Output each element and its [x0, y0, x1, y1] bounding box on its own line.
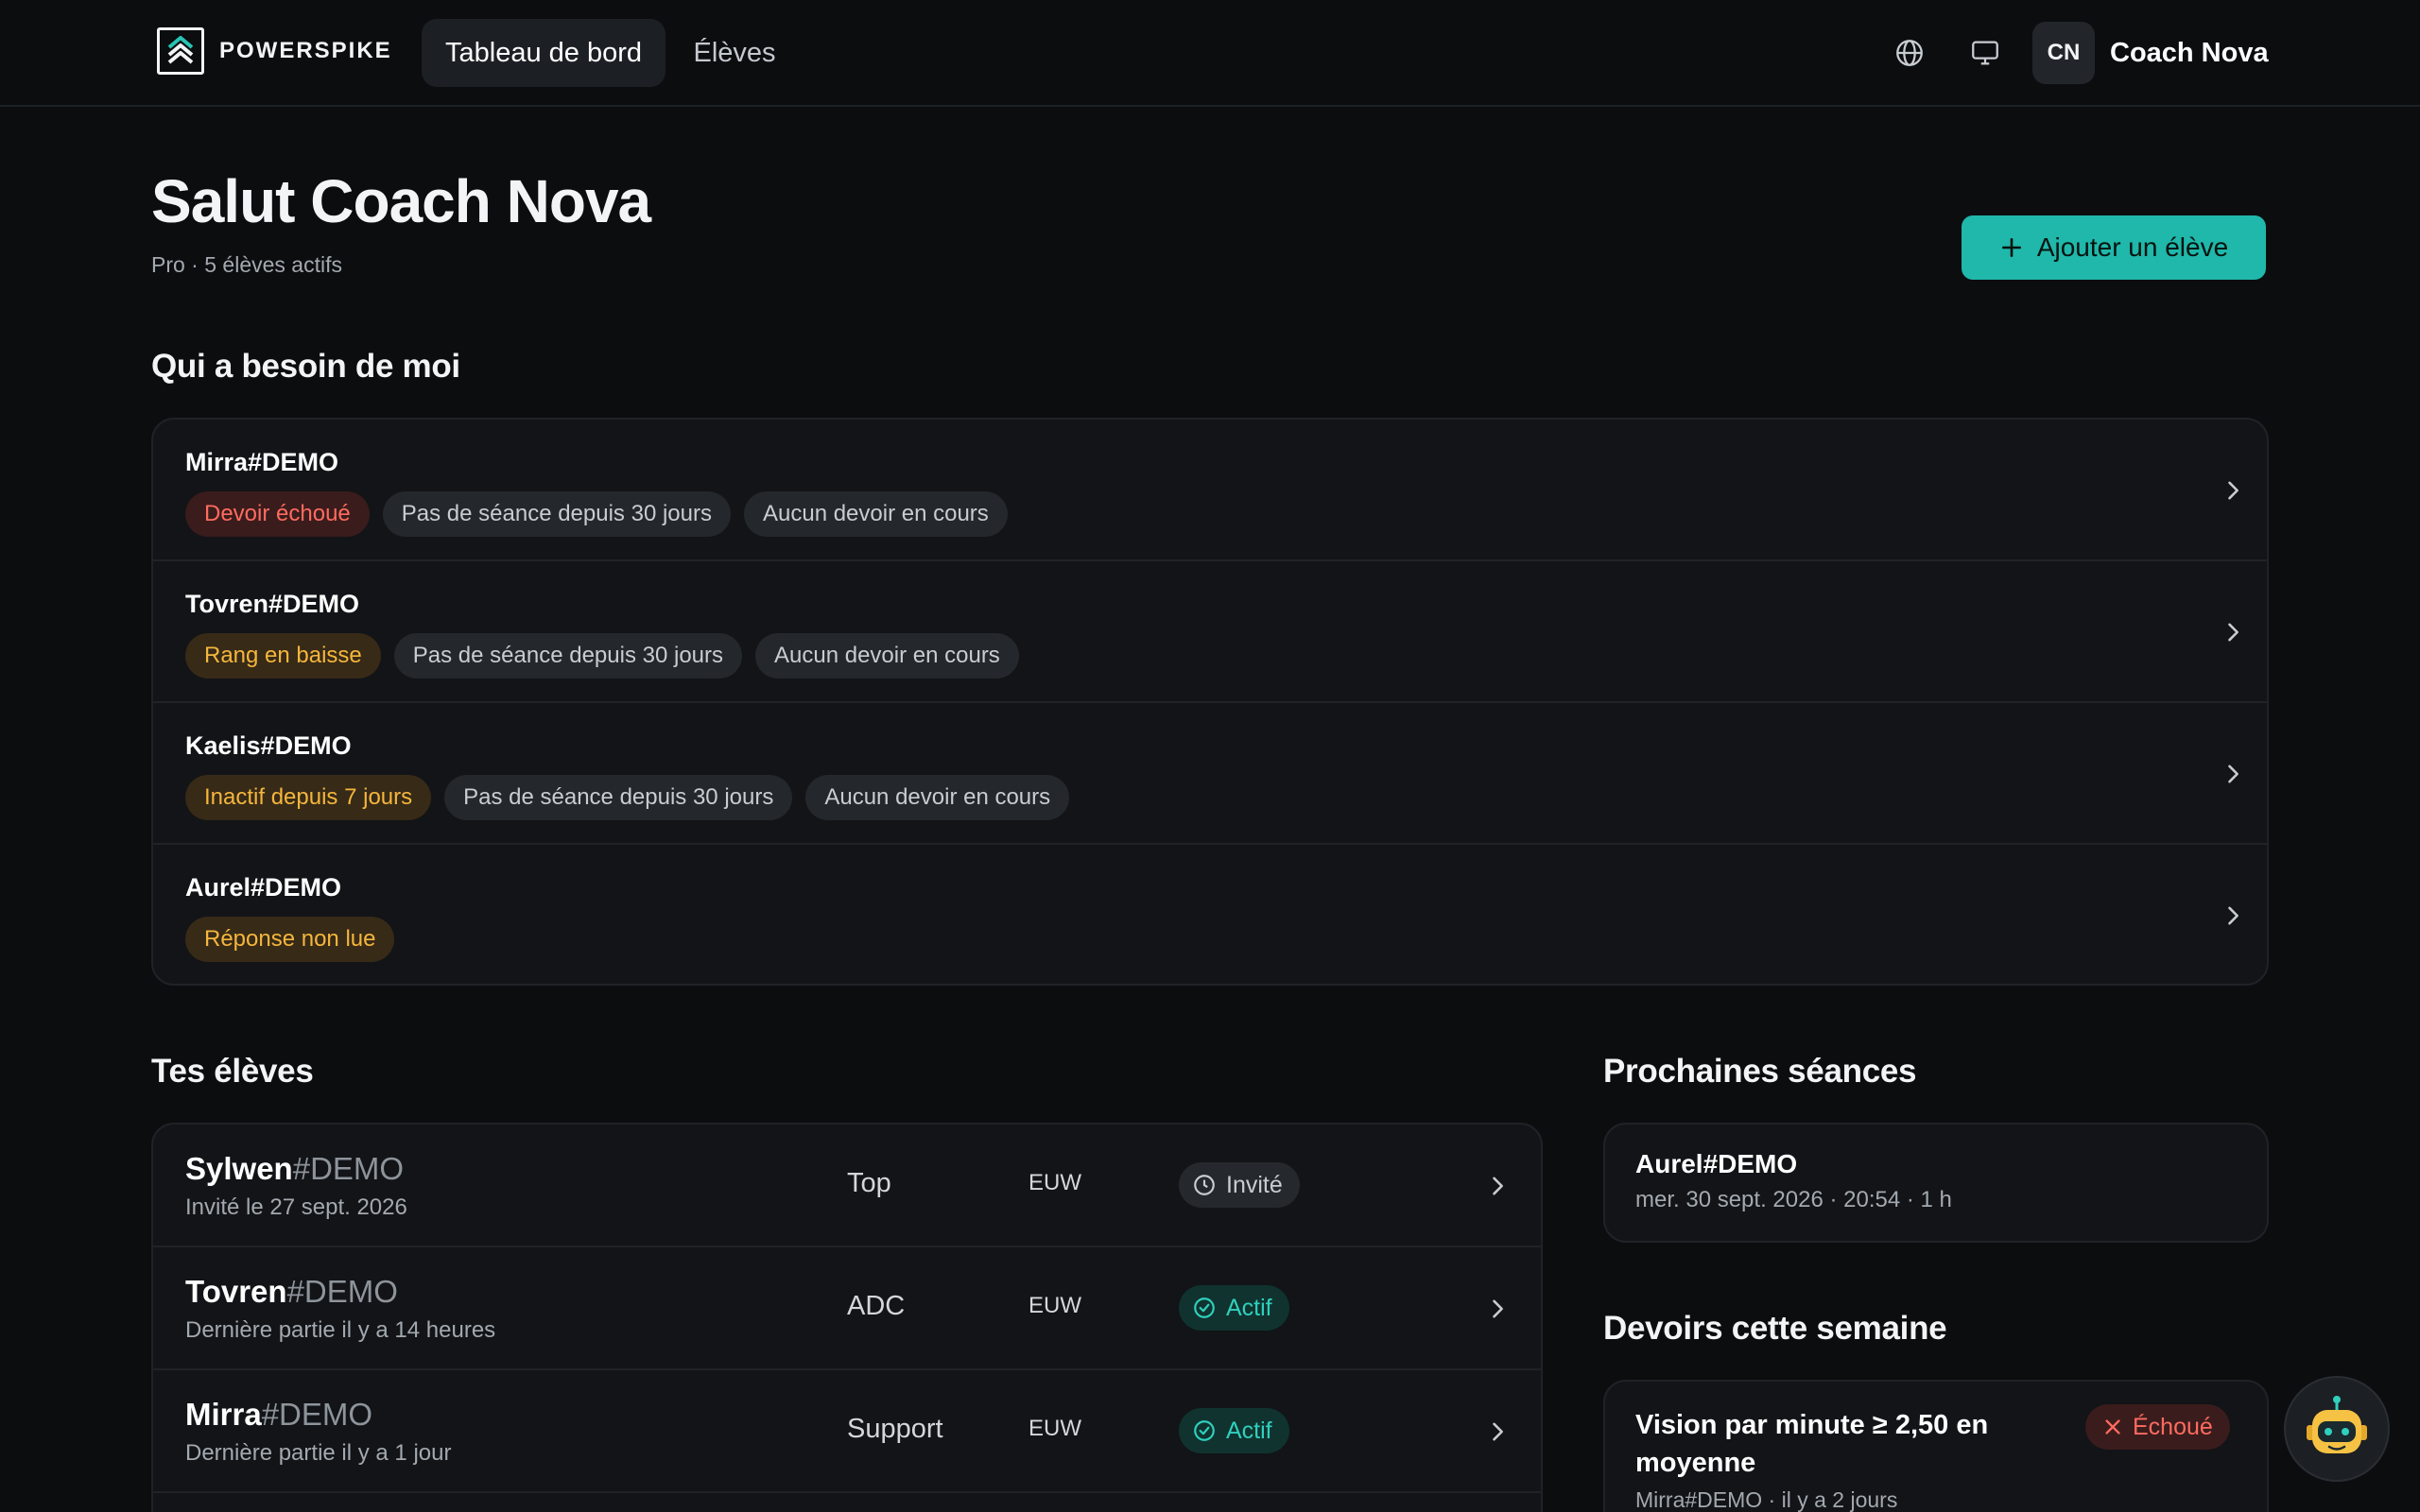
table-row[interactable]: Mirra#DEMO Dernière partie il y a 1 jour…	[153, 1370, 1541, 1493]
chevron-right-icon	[2228, 623, 2238, 642]
logo-chevrons-icon	[157, 27, 204, 75]
status-badge: Actif	[1179, 1408, 1289, 1453]
alert-tag: Pas de séance depuis 30 jours	[393, 633, 742, 679]
homework-meta: Mirra#DEMO · il y a 2 jours	[1635, 1487, 1898, 1512]
alert-tag: Aucun devoir en cours	[743, 491, 1008, 537]
student-role: ADC	[847, 1291, 906, 1321]
alert-tag: Pas de séance depuis 30 jours	[382, 491, 731, 537]
alert-tag: Réponse non lue	[185, 917, 395, 962]
tab-students[interactable]: Élèves	[673, 19, 796, 87]
tab-students-label: Élèves	[693, 37, 776, 68]
chevron-right-icon	[1493, 1299, 1503, 1318]
student-name: Tovren#DEMO	[185, 1274, 398, 1309]
need-row[interactable]: Mirra#DEMO Devoir échoué Pas de séance d…	[153, 420, 2267, 561]
plus-icon	[2001, 238, 2021, 257]
need-student-name: Aurel#DEMO	[185, 873, 342, 902]
alert-tag: Rang en baisse	[185, 633, 381, 679]
needs-section-title: Qui a besoin de moi	[151, 348, 460, 385]
language-button[interactable]	[1887, 30, 1932, 76]
need-row[interactable]: Tovren#DEMO Rang en baisse Pas de séance…	[153, 561, 2267, 703]
add-student-button[interactable]: Ajouter un élève	[1962, 215, 2266, 280]
student-role: Support	[847, 1414, 943, 1444]
status-badge: Actif	[1179, 1285, 1289, 1331]
student-last-activity: Dernière partie il y a 14 heures	[185, 1317, 496, 1343]
student-last-activity: Dernière partie il y a 1 jour	[185, 1440, 452, 1466]
homework-card[interactable]: Vision par minute ≥ 2,50 en moyenne Mirr…	[1603, 1380, 2269, 1512]
student-name: Mirra#DEMO	[185, 1397, 373, 1432]
alert-tag: Aucun devoir en cours	[805, 775, 1070, 820]
check-circle-icon	[1194, 1420, 1215, 1441]
top-navigation: POWERSPIKE Tableau de bord Élèves CN Coa…	[0, 0, 2420, 107]
student-name: Sylwen#DEMO	[185, 1151, 405, 1186]
need-student-name: Kaelis#DEMO	[185, 731, 352, 760]
student-region: EUW	[1028, 1170, 1081, 1195]
student-last-activity: Invité le 27 sept. 2026	[185, 1194, 407, 1220]
table-row[interactable]: Sylwen#DEMO Invité le 27 sept. 2026 Top …	[153, 1125, 1541, 1247]
display-button[interactable]	[1962, 30, 2008, 76]
session-student-name: Aurel#DEMO	[1635, 1149, 1798, 1178]
student-region: EUW	[1028, 1416, 1081, 1441]
check-circle-icon	[1194, 1297, 1215, 1318]
need-row[interactable]: Kaelis#DEMO Inactif depuis 7 jours Pas d…	[153, 703, 2267, 845]
page-subtitle: Pro · 5 élèves actifs	[151, 252, 342, 277]
tab-dashboard-label: Tableau de bord	[445, 37, 642, 68]
need-student-name: Tovren#DEMO	[185, 590, 360, 618]
robot-icon	[2307, 1396, 2367, 1453]
student-region: EUW	[1028, 1293, 1081, 1318]
student-role: Top	[847, 1168, 891, 1198]
sessions-section-title: Prochaines séances	[1603, 1053, 1917, 1090]
avatar: CN	[2032, 22, 2095, 84]
alert-tag: Pas de séance depuis 30 jours	[444, 775, 793, 820]
chevron-right-icon	[2228, 906, 2238, 925]
session-card[interactable]: Aurel#DEMO mer. 30 sept. 2026 · 20:54 · …	[1603, 1123, 2269, 1243]
page-title: Salut Coach Nova	[151, 167, 651, 235]
add-student-label: Ajouter un élève	[2036, 232, 2229, 262]
need-row[interactable]: Aurel#DEMO Réponse non lue	[153, 845, 2267, 984]
need-student-name: Mirra#DEMO	[185, 448, 339, 476]
user-menu[interactable]: CN Coach Nova	[2032, 22, 2269, 84]
session-datetime: mer. 30 sept. 2026 · 20:54 · 1 h	[1635, 1187, 1952, 1212]
chevron-right-icon	[1493, 1177, 1503, 1195]
monitor-icon	[1972, 41, 1998, 65]
chevron-right-icon	[2228, 765, 2238, 783]
globe-icon	[1896, 40, 1923, 66]
user-name: Coach Nova	[2110, 37, 2269, 68]
alert-tag: Aucun devoir en cours	[755, 633, 1019, 679]
needs-list: Mirra#DEMO Devoir échoué Pas de séance d…	[151, 418, 2269, 986]
homework-title: Vision par minute ≥ 2,50 en moyenne	[1635, 1410, 1989, 1478]
tab-dashboard[interactable]: Tableau de bord	[422, 19, 666, 87]
assistant-bot-button[interactable]	[2284, 1376, 2390, 1482]
chevron-right-icon	[1493, 1422, 1503, 1441]
homework-section-title: Devoirs cette semaine	[1603, 1310, 1947, 1347]
students-section-title: Tes élèves	[151, 1053, 314, 1090]
clock-icon	[1194, 1175, 1215, 1195]
alert-tag: Inactif depuis 7 jours	[185, 775, 432, 820]
students-table: Sylwen#DEMO Invité le 27 sept. 2026 Top …	[151, 1123, 1543, 1512]
status-badge: Invité	[1179, 1162, 1300, 1208]
close-icon	[2105, 1419, 2120, 1435]
brand-name: POWERSPIKE	[219, 38, 392, 63]
chevron-right-icon	[2228, 481, 2238, 500]
status-badge: Échoué	[2085, 1404, 2230, 1450]
table-row[interactable]: Tovren#DEMO Dernière partie il y a 14 he…	[153, 1247, 1541, 1370]
brand-logo[interactable]: POWERSPIKE	[157, 27, 392, 75]
alert-tag: Devoir échoué	[185, 491, 370, 537]
